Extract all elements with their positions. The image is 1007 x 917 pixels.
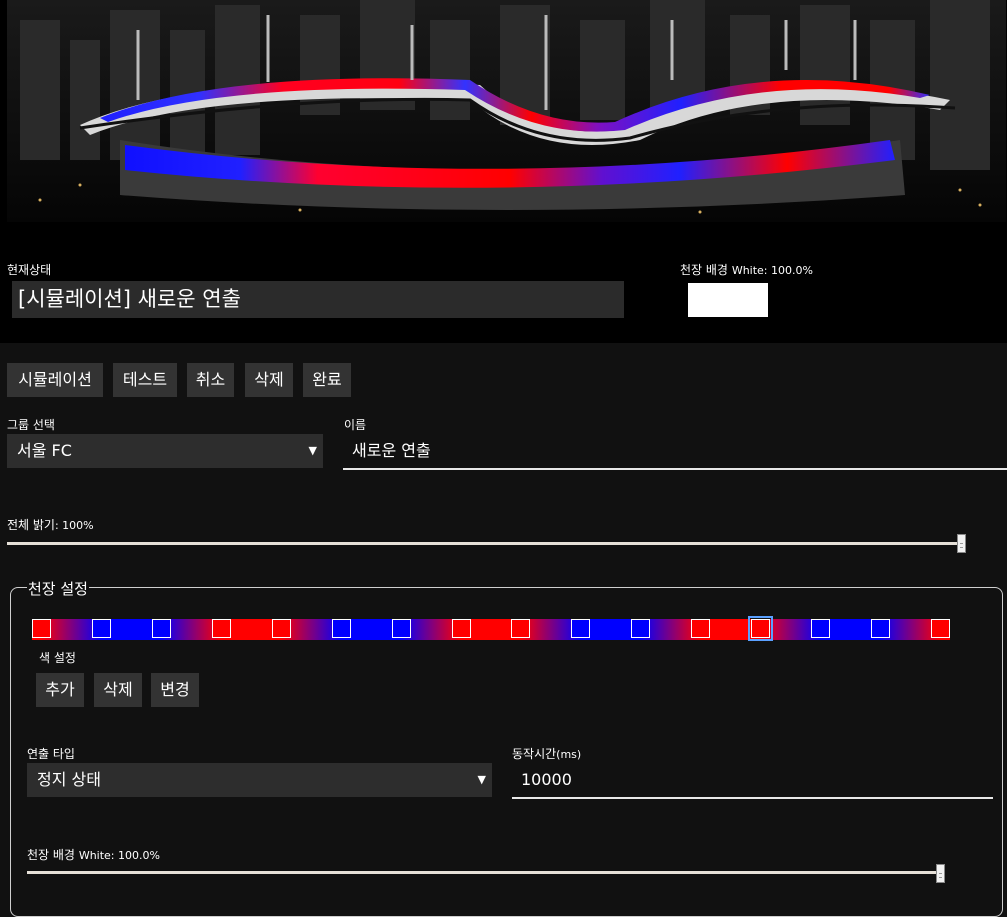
color-stop[interactable]	[452, 619, 471, 638]
brightness-label: 전체 밝기: 100%	[7, 518, 94, 532]
brightness-slider-track[interactable]	[7, 542, 965, 545]
color-stop[interactable]	[332, 619, 351, 638]
dropdown-caret-icon: ▼	[477, 773, 486, 786]
ceiling-settings-legend: 천장 설정	[27, 578, 89, 599]
effect-type-value: 정지 상태	[37, 770, 101, 789]
done-button[interactable]: 완료	[303, 363, 351, 397]
stadium-preview-image	[0, 0, 1007, 230]
simulate-button[interactable]: 시뮬레이션	[7, 363, 103, 397]
color-settings-label: 색 설정	[39, 651, 76, 665]
effect-type-select[interactable]: 정지 상태 ▼	[27, 763, 492, 797]
color-stop[interactable]	[511, 619, 530, 638]
color-stop[interactable]	[931, 619, 950, 638]
color-stop[interactable]	[748, 616, 773, 641]
change-color-button[interactable]: 변경	[151, 673, 199, 707]
color-stop[interactable]	[811, 619, 830, 638]
color-stop[interactable]	[152, 619, 171, 638]
ceiling-color-swatch	[688, 283, 768, 317]
color-stop[interactable]	[571, 619, 590, 638]
delete-button[interactable]: 삭제	[245, 363, 293, 397]
color-stop[interactable]	[871, 619, 890, 638]
effect-type-label: 연출 타입	[27, 747, 75, 761]
status-label: 현재상태	[7, 263, 52, 277]
color-stop[interactable]	[272, 619, 291, 638]
delete-color-button[interactable]: 삭제	[94, 673, 142, 707]
status-value: [시뮬레이션] 새로운 연출	[12, 281, 624, 318]
color-stop[interactable]	[691, 619, 710, 638]
color-stop[interactable]	[32, 619, 51, 638]
color-gradient-bar[interactable]	[32, 616, 950, 641]
group-select-label: 그룹 선택	[7, 418, 55, 432]
color-stop[interactable]	[212, 619, 231, 638]
duration-input[interactable]: 10000	[512, 763, 993, 799]
ceiling-bg-slider-thumb[interactable]	[936, 864, 945, 883]
duration-label: 동작시간(ms)	[512, 747, 582, 761]
cancel-button[interactable]: 취소	[187, 363, 234, 397]
brightness-slider-thumb[interactable]	[957, 534, 966, 553]
dropdown-caret-icon: ▼	[308, 444, 317, 457]
group-select[interactable]: 서울 FC ▼	[7, 434, 323, 468]
name-label: 이름	[344, 418, 367, 432]
name-input[interactable]: 새로운 연출	[343, 434, 1007, 470]
color-stop[interactable]	[92, 619, 111, 638]
color-stop[interactable]	[631, 619, 650, 638]
ceiling-bg-label: 천장 배경 White: 100.0%	[27, 848, 160, 862]
ceiling-bg-slider-track[interactable]	[27, 871, 945, 874]
test-button[interactable]: 테스트	[113, 363, 177, 397]
color-stop[interactable]	[392, 619, 411, 638]
group-select-value: 서울 FC	[17, 441, 72, 460]
ceiling-status-label: 천장 배경 White: 100.0%	[680, 263, 813, 277]
status-panel: 현재상태 [시뮬레이션] 새로운 연출 천장 배경 White: 100.0%	[0, 230, 1007, 343]
add-color-button[interactable]: 추가	[36, 673, 84, 707]
